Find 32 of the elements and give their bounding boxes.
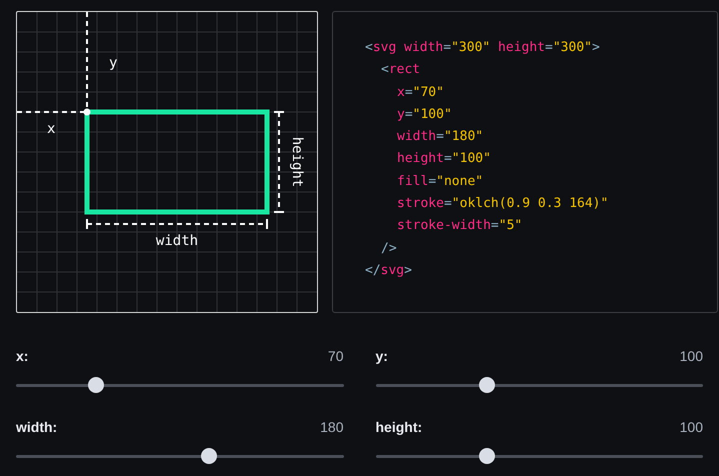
- code-line: stroke="oklch(0.9 0.3 164)": [397, 195, 608, 214]
- slider-value: 70: [328, 346, 344, 366]
- slider[interactable]: [16, 448, 344, 464]
- slider-thumb[interactable]: [478, 377, 495, 393]
- slider[interactable]: [16, 377, 344, 393]
- slider-label: height:: [376, 418, 422, 437]
- code-line: fill="none": [397, 172, 484, 191]
- y-label: y: [109, 55, 118, 71]
- code-line: <svg width="300" height="300">: [365, 39, 600, 57]
- slider-value: 100: [680, 346, 703, 366]
- slider-value: 100: [680, 418, 703, 436]
- slider-thumb[interactable]: [88, 377, 104, 393]
- code-line: stroke-width="5": [397, 217, 522, 236]
- slider[interactable]: [376, 377, 703, 393]
- code-line: x="70": [397, 84, 444, 102]
- code-line: width="180": [397, 128, 484, 146]
- x-label: x: [47, 121, 56, 137]
- code-line: <rect: [381, 61, 420, 80]
- code-line: height="100": [397, 150, 491, 168]
- slider-thumb[interactable]: [478, 448, 495, 464]
- slider[interactable]: [376, 448, 703, 464]
- width-label: width: [156, 233, 198, 249]
- slider-label: y:: [376, 346, 388, 366]
- slider-label: width:: [16, 418, 58, 436]
- origin-dot: [84, 108, 90, 116]
- height-label: height: [289, 136, 305, 188]
- code-line: />: [381, 240, 397, 258]
- slider-thumb[interactable]: [201, 448, 218, 464]
- slider-value: 180: [320, 418, 344, 436]
- code-line: y="100": [397, 106, 452, 124]
- slider-label: x:: [16, 346, 28, 366]
- code-line: </svg>: [365, 262, 412, 280]
